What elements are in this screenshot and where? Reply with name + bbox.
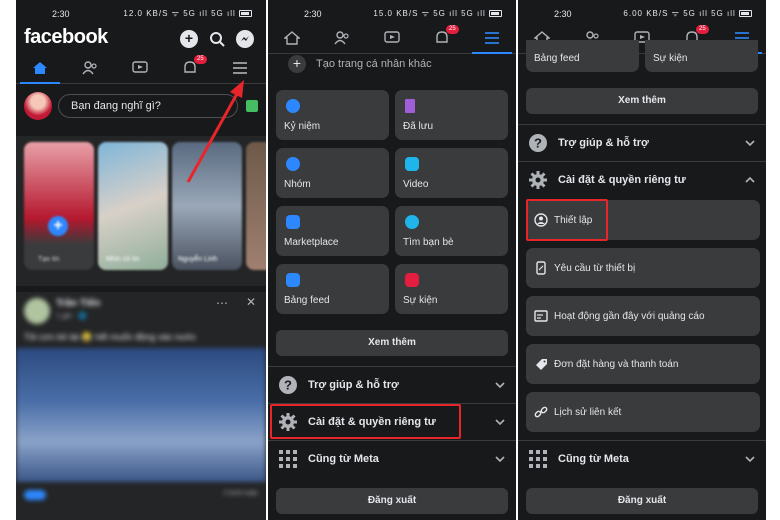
menu-card-marketplace[interactable]: Marketplace [276, 206, 389, 256]
menu-screen: 2:30 15.0 KB/S ᯤ 5G ıll 5G ıll 25 + Tạo … [268, 0, 516, 520]
clock-icon [286, 99, 300, 113]
menu-card-find-friends[interactable]: Tìm bạn bè [395, 206, 508, 256]
payment-tag-icon [536, 359, 547, 370]
help-support-section[interactable]: ? Trợ giúp & hỗ trợ [268, 366, 516, 402]
friends-icon [334, 31, 349, 45]
settings-privacy-section[interactable]: Cài đặt & quyền riêng tư [518, 161, 766, 197]
settings-item-device-requests[interactable]: Yêu cầu từ thiết bị [526, 248, 760, 288]
ad-activity-icon [534, 310, 548, 322]
pointer-arrow [186, 80, 244, 183]
device-request-icon [536, 261, 546, 275]
calendar-icon [405, 273, 419, 287]
menu-card-groups[interactable]: Nhóm [276, 148, 389, 198]
battery-icon [739, 10, 752, 18]
logout-button[interactable]: Đăng xuất [276, 488, 508, 514]
tab-home[interactable] [272, 24, 312, 54]
main-tabs: 25 [268, 24, 516, 54]
see-more-button[interactable]: Xem thêm [276, 330, 508, 356]
groups-icon [286, 157, 300, 171]
svg-text:?: ? [284, 378, 292, 393]
menu-card-events[interactable]: Sự kiện [395, 264, 508, 314]
chevron-down-icon [745, 140, 755, 147]
menu-card-video[interactable]: Video [395, 148, 508, 198]
tab-friends[interactable] [322, 24, 362, 54]
settings-item-ad-activity[interactable]: Hoạt động gần đây với quảng cáo [526, 296, 760, 336]
highlight-box [270, 404, 461, 439]
home-icon [284, 31, 300, 45]
status-time: 2:30 [554, 9, 572, 19]
notification-badge: 25 [446, 25, 459, 34]
menu-card-events[interactable]: Sự kiện [645, 40, 758, 72]
status-time: 2:30 [304, 9, 322, 19]
menu-card-saved[interactable]: Đã lưu [395, 90, 508, 140]
create-profile-row[interactable]: + Tạo trang cá nhân khác [268, 54, 516, 82]
notification-badge: 25 [696, 25, 709, 34]
svg-text:?: ? [534, 136, 542, 151]
feed-screen: 2:30 12.0 KB/S ᯤ 5G ıll 5G ıll facebook … [16, 0, 266, 520]
link-history-icon [534, 406, 548, 418]
chevron-down-icon [495, 456, 505, 463]
help-icon: ? [529, 134, 547, 152]
video-icon [405, 157, 419, 171]
logout-button[interactable]: Đăng xuất [526, 488, 758, 514]
highlight-box [526, 199, 608, 241]
video-icon [384, 31, 400, 43]
chevron-down-icon [495, 419, 505, 426]
find-friends-icon [405, 215, 419, 229]
feed-icon [286, 273, 300, 287]
tab-video[interactable] [372, 24, 412, 54]
also-from-meta-section[interactable]: Cũng từ Meta [518, 440, 766, 476]
help-icon: ? [279, 376, 297, 394]
chevron-down-icon [745, 456, 755, 463]
status-bar: 2:30 15.0 KB/S ᯤ 5G ıll 5G ıll [268, 0, 516, 26]
shop-icon [286, 215, 300, 229]
also-from-meta-section[interactable]: Cũng từ Meta [268, 440, 516, 476]
apps-grid-icon [529, 450, 547, 468]
menu-card-feeds[interactable]: Bảng feed [526, 40, 639, 72]
gear-icon [529, 171, 547, 189]
settings-expanded-screen: 2:30 6.00 KB/S ᯤ 5G ıll 5G ıll 25 Bảng f… [518, 0, 766, 520]
menu-card-memories[interactable]: Kỷ niệm [276, 90, 389, 140]
chevron-down-icon [495, 382, 505, 389]
create-profile-label: Tạo trang cá nhân khác [316, 58, 432, 70]
hamburger-menu-icon [485, 32, 499, 44]
menu-card-feeds[interactable]: Bảng feed [276, 264, 389, 314]
tab-notifications[interactable]: 25 [422, 24, 462, 54]
see-more-button[interactable]: Xem thêm [526, 88, 758, 114]
status-icons: 15.0 KB/S ᯤ 5G ıll 5G ıll [373, 8, 502, 19]
battery-icon [489, 10, 502, 18]
tab-menu[interactable] [472, 24, 512, 54]
settings-item-orders-payments[interactable]: Đơn đặt hàng và thanh toán [526, 344, 760, 384]
add-icon: + [288, 55, 306, 73]
status-bar: 2:30 6.00 KB/S ᯤ 5G ıll 5G ıll [518, 0, 766, 26]
settings-item-link-history[interactable]: Lịch sử liên kết [526, 392, 760, 432]
help-support-section[interactable]: ? Trợ giúp & hỗ trợ [518, 124, 766, 160]
chevron-up-icon [745, 176, 755, 183]
status-icons: 6.00 KB/S ᯤ 5G ıll 5G ıll [623, 8, 752, 19]
bookmark-icon [405, 99, 415, 113]
apps-grid-icon [279, 450, 297, 468]
